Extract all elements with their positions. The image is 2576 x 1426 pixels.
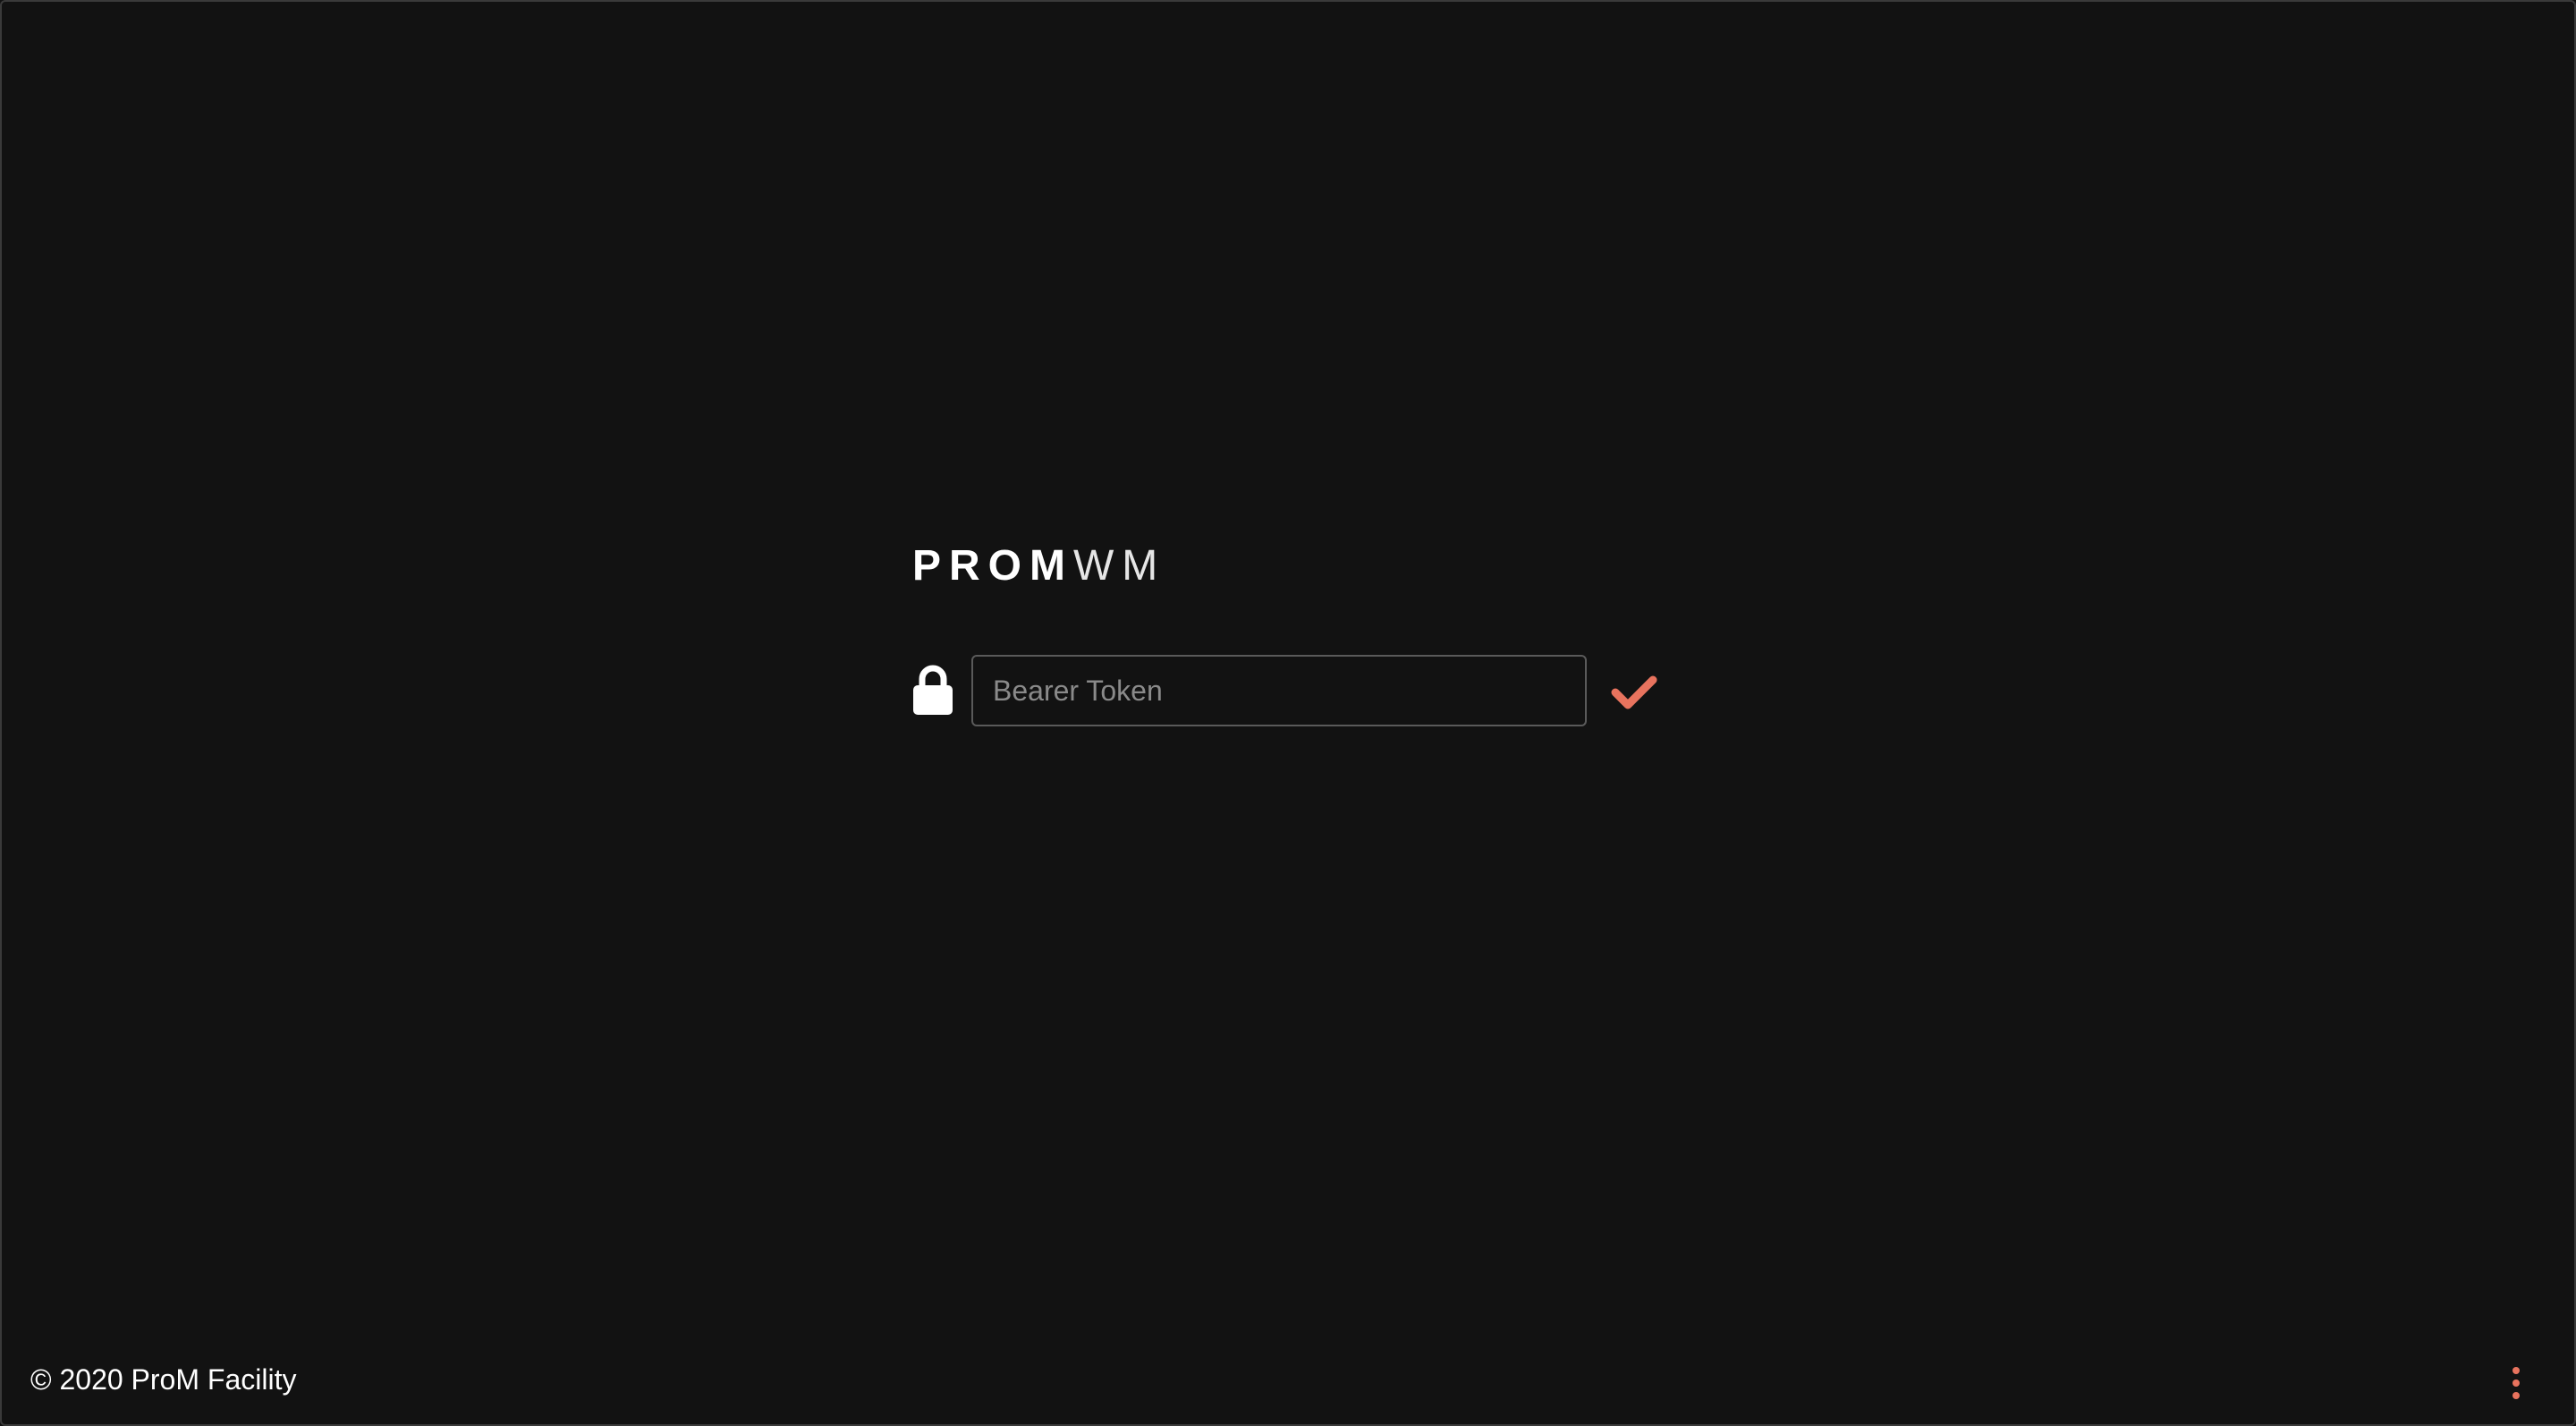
more-vertical-icon-dot xyxy=(2512,1392,2520,1399)
brand-logo: PROM WM xyxy=(912,539,1165,592)
more-menu-button[interactable] xyxy=(2501,1365,2531,1401)
checkmark-icon xyxy=(1611,675,1657,709)
copyright-text: © 2020 ProM Facility xyxy=(30,1363,297,1396)
bearer-token-input[interactable] xyxy=(971,655,1587,726)
more-vertical-icon xyxy=(2512,1367,2520,1374)
app-window: PROMWM © 2020 ProM Facility xyxy=(0,0,2576,1426)
lock-icon xyxy=(913,665,953,715)
brand-name-light: WM xyxy=(1073,541,1166,590)
brand-name-bold: PROM xyxy=(912,541,1073,590)
more-vertical-icon-dot xyxy=(2512,1379,2520,1387)
submit-token-button[interactable] xyxy=(1606,667,1664,717)
